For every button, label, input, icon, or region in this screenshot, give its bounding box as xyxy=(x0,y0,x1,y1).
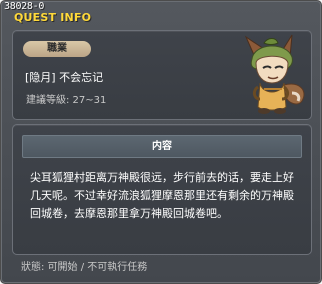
quest-description: 尖耳狐狸村距离万神殿很远，步行前去的话，要走上好几天呢。不过幸好流浪狐狸摩恩那里… xyxy=(30,171,294,220)
job-name: [隐月] 不会忘记 xyxy=(25,71,104,84)
window-title: QUEST INFO xyxy=(14,11,92,24)
quest-info-window: 38028-0 QUEST INFO 職業 [隐月] 不会忘记 建議等級: 27… xyxy=(0,0,322,284)
job-badge: 職業 xyxy=(23,41,91,57)
quest-status: 狀態: 可開始 / 不可執行任務 xyxy=(21,262,148,273)
fox-npc-icon xyxy=(244,34,305,114)
content-panel: 内容 尖耳狐狸村距离万神殿很远，步行前去的话，要走上好几天呢。不过幸好流浪狐狸摩… xyxy=(12,124,312,255)
recommended-level: 建議等級: 27~31 xyxy=(26,95,107,106)
job-panel: 職業 [隐月] 不会忘记 建議等級: 27~31 xyxy=(12,30,312,120)
content-header: 内容 xyxy=(22,135,302,158)
